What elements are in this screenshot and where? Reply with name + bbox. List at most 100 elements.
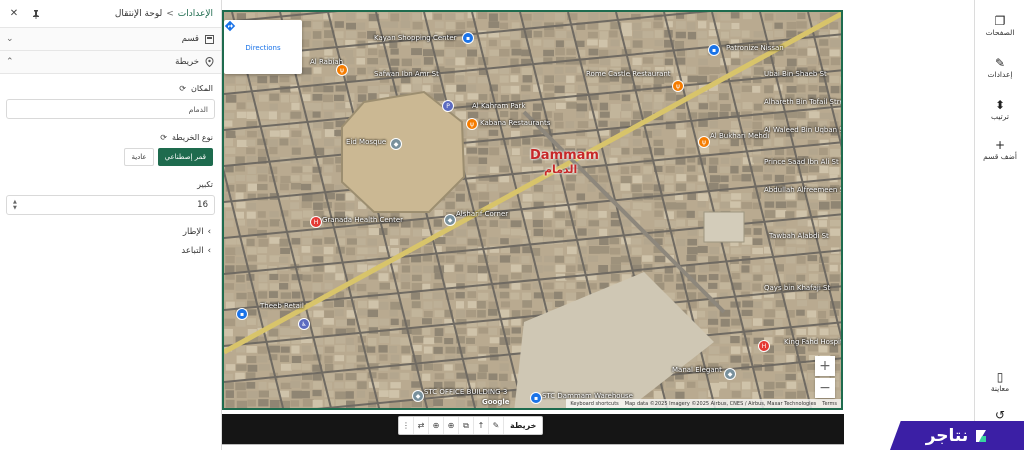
building-block	[544, 30, 555, 37]
building-block	[774, 238, 786, 247]
building-block	[642, 174, 653, 182]
add-below-icon[interactable]: ⊕	[444, 417, 459, 434]
building-block	[247, 309, 257, 316]
building-block	[411, 283, 423, 291]
move-up-icon[interactable]: ↑	[474, 417, 489, 434]
map-place-label[interactable]: Granada Health Center	[322, 216, 403, 224]
sidebar-item-sort[interactable]: ⬍ ترتيب	[975, 98, 1024, 121]
building-block	[477, 273, 488, 282]
map-section-row[interactable]: خريطة ⌃	[0, 51, 221, 74]
building-block	[620, 166, 630, 175]
building-block	[774, 22, 783, 29]
directions-card[interactable]: Directions	[224, 20, 302, 74]
map-place-label[interactable]: Rome Castle Restaurant	[586, 70, 671, 78]
pin-icon[interactable]	[30, 8, 42, 20]
map-place-label[interactable]: Eid Mosque	[346, 138, 386, 146]
warehouse-pin-icon[interactable]: ▪	[530, 392, 542, 404]
building-block	[500, 94, 510, 102]
building-block	[643, 57, 654, 64]
breadcrumb-root[interactable]: الإعدادات	[178, 9, 213, 19]
map-place-label[interactable]: Theeb Retail	[260, 302, 304, 310]
map-embed[interactable]: Directions Dammam الدمام Kayan Shopping …	[222, 10, 843, 410]
map-place-label[interactable]: Alsharif Corner	[456, 210, 508, 218]
building-block	[785, 12, 796, 21]
sidebar-item-settings[interactable]: ✎ إعدادات	[975, 56, 1024, 79]
restaurant-pin-icon[interactable]: ψ	[336, 64, 348, 76]
chevron-up-icon[interactable]: ⌃	[6, 57, 14, 67]
sidebar-item-add-section[interactable]: + أضف قسم	[975, 138, 1024, 161]
building-block	[785, 292, 796, 300]
hospital-pin-icon[interactable]: H	[758, 340, 770, 352]
map-place-label[interactable]: Kabana Restaurants	[480, 119, 550, 127]
building-block	[367, 247, 377, 255]
shop-pin-icon[interactable]: ▪	[236, 308, 248, 320]
map-place-label[interactable]: King Fahd Hospital	[784, 338, 841, 346]
dynamic-icon[interactable]: ⟳	[179, 84, 186, 93]
map-place-label[interactable]: Manal Elegant	[672, 366, 722, 374]
restaurant-pin-icon[interactable]: ψ	[698, 136, 710, 148]
map-place-label[interactable]: Patronize Nissan	[726, 44, 784, 52]
location-input[interactable]: الدمام	[6, 99, 215, 119]
keyboard-shortcuts-link[interactable]: Keyboard shortcuts	[570, 401, 618, 407]
dynamic-icon[interactable]: ⟳	[160, 133, 167, 142]
building-block	[455, 57, 465, 66]
building-block	[664, 390, 676, 399]
building-block	[752, 165, 763, 172]
place-pin-icon[interactable]: ◆	[444, 214, 456, 226]
building-block	[279, 76, 290, 83]
parking-pin-icon[interactable]: P	[442, 100, 454, 112]
zoom-out-button[interactable]: −	[815, 378, 835, 398]
zoom-in-button[interactable]: +	[815, 356, 835, 376]
duplicate-icon[interactable]: ⧉	[459, 417, 474, 434]
sidebar-item-preview[interactable]: ▯ معاينة	[975, 370, 1024, 393]
map-place-label[interactable]: Kayan Shopping Center	[374, 34, 457, 42]
building-block	[840, 85, 841, 94]
building-block	[235, 318, 246, 327]
spacing-collapsible[interactable]: › التباعد	[0, 246, 221, 256]
building-block	[719, 355, 729, 363]
add-above-icon[interactable]: ⊕	[429, 417, 444, 434]
section-row[interactable]: قسم ⌄	[0, 28, 221, 51]
building-block	[225, 399, 235, 408]
map-type-satellite-button[interactable]: قمر إصطناعي	[157, 148, 213, 166]
zoom-stepper[interactable]: ▲ ▼	[13, 199, 17, 211]
edit-pencil-icon[interactable]: ✎	[489, 417, 504, 434]
building-block	[478, 147, 489, 155]
map-type-normal-button[interactable]: عادية	[124, 148, 154, 166]
hospital-pin-icon[interactable]: H	[310, 216, 322, 228]
building-block	[609, 165, 619, 172]
building-block	[511, 310, 521, 318]
restaurant-pin-icon[interactable]: ψ	[672, 80, 684, 92]
brand-badge[interactable]: نتاجر	[890, 421, 1024, 450]
sidebar-item-pages[interactable]: ❐ الصفحات	[975, 14, 1024, 37]
office-pin-icon[interactable]: ◆	[412, 390, 424, 402]
place-pin-icon[interactable]: ◆	[724, 368, 736, 380]
more-options-icon[interactable]: ⋮	[399, 417, 414, 434]
building-block	[719, 346, 730, 354]
building-block	[533, 228, 544, 237]
shopping-pin-icon[interactable]: ▪	[462, 32, 474, 44]
building-block	[786, 85, 797, 93]
shop-pin-icon[interactable]: ▪	[708, 44, 720, 56]
map-place-label[interactable]: STC OFFICE BUILDING 3	[424, 388, 507, 396]
chevron-down-icon[interactable]: ⌄	[6, 34, 14, 44]
sidebar-item-history[interactable]: ↺	[975, 408, 1024, 422]
building-block	[664, 274, 674, 282]
accessibility-pin-icon[interactable]: ♿	[298, 318, 310, 330]
swap-icon[interactable]: ⇄	[414, 417, 429, 434]
building-block	[752, 156, 764, 163]
terms-link[interactable]: Terms	[822, 401, 837, 407]
building-block	[356, 57, 366, 65]
frame-collapsible[interactable]: › الإطار	[0, 227, 221, 237]
map-place-label[interactable]: Al Kahram Park	[472, 102, 526, 110]
building-block	[764, 309, 776, 318]
building-block	[730, 264, 740, 272]
close-icon[interactable]: ✕	[8, 8, 20, 20]
building-block	[478, 192, 490, 200]
mosque-pin-icon[interactable]: ◆	[390, 138, 402, 150]
zoom-number-input[interactable]: ▲ ▼ 16	[6, 195, 215, 215]
restaurant-pin-icon[interactable]: ψ	[466, 118, 478, 130]
building-block	[411, 274, 422, 282]
map-place-label[interactable]: Al Bukhari Mehdi	[710, 132, 769, 140]
building-block	[840, 391, 841, 398]
